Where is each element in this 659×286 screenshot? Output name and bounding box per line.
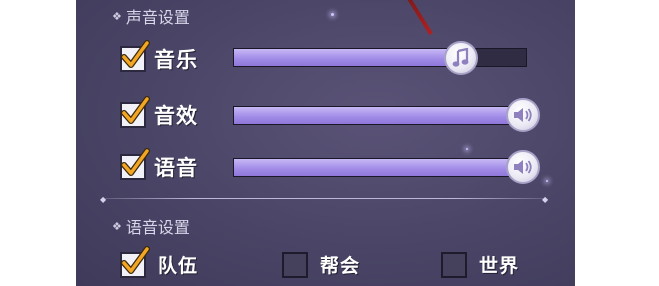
- section-divider: [104, 198, 544, 199]
- channel-world: 世界: [441, 251, 519, 278]
- divider-cap-icon: ◆: [100, 195, 107, 204]
- sound-settings-title: ❖ 声音设置: [112, 4, 190, 28]
- guild-channel-label: 帮会: [320, 255, 361, 277]
- sparkle-decoration: [331, 13, 334, 16]
- diamond-icon: ❖: [112, 219, 122, 233]
- checkmark-icon: [121, 148, 150, 176]
- divider-cap-icon: ◆: [542, 195, 549, 204]
- sfx-slider-fill: [234, 107, 526, 124]
- channel-guild: 帮会: [282, 251, 360, 278]
- voice-row: 语音: [120, 148, 198, 182]
- world-channel-label: 世界: [479, 255, 520, 277]
- sfx-row: 音效: [120, 96, 198, 130]
- checkmark-icon: [121, 96, 150, 124]
- voice-checkbox[interactable]: [120, 148, 150, 180]
- voice-settings-title-text: 语音设置: [125, 218, 190, 237]
- voice-label: 语音: [154, 156, 198, 180]
- checkmark-icon: [121, 245, 150, 274]
- team-channel-checkbox[interactable]: [120, 245, 150, 278]
- music-slider-knob[interactable]: [444, 41, 479, 75]
- music-note-icon: [452, 48, 469, 67]
- sparkle-decoration: [466, 148, 468, 150]
- voice-settings-title: ❖ 语音设置: [112, 214, 190, 238]
- music-checkbox[interactable]: [120, 40, 150, 72]
- voice-volume-slider[interactable]: [233, 158, 527, 177]
- guild-channel-checkbox[interactable]: [282, 251, 308, 278]
- voice-slider-knob[interactable]: [506, 150, 540, 184]
- speaker-icon: [514, 108, 532, 122]
- sfx-volume-slider[interactable]: [233, 106, 527, 125]
- sfx-label: 音效: [154, 104, 198, 128]
- voice-slider-fill: [234, 159, 526, 176]
- sfx-checkbox[interactable]: [120, 96, 150, 128]
- sound-settings-title-text: 声音设置: [125, 8, 190, 27]
- checkmark-icon: [121, 40, 150, 68]
- music-slider-fill: [234, 49, 465, 66]
- sparkle-decoration: [546, 180, 548, 182]
- music-row: 音乐: [120, 40, 198, 74]
- settings-panel: ❖ 声音设置 音乐 音效 语音 ◆ ◆ ❖ 语音设置 队伍 帮会 世界: [76, 0, 575, 286]
- channel-team: 队伍: [120, 245, 199, 278]
- team-channel-label: 队伍: [158, 255, 199, 277]
- sfx-slider-knob[interactable]: [506, 98, 540, 132]
- speaker-icon: [514, 160, 532, 174]
- red-arrow-annotation: [405, 0, 433, 36]
- music-label: 音乐: [154, 48, 198, 72]
- world-channel-checkbox[interactable]: [441, 251, 467, 278]
- music-volume-slider[interactable]: [233, 48, 527, 67]
- diamond-icon: ❖: [112, 9, 122, 23]
